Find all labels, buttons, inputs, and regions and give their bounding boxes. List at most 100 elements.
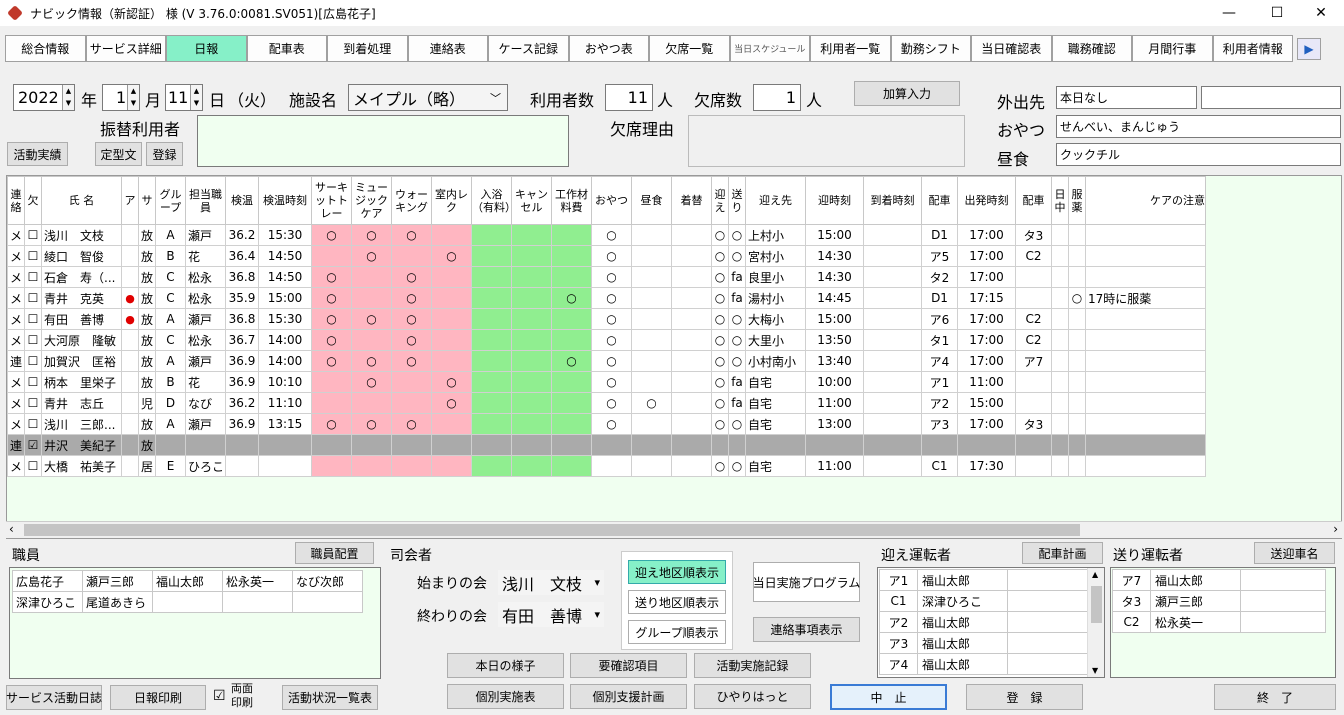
grid-cell[interactable]: [863, 245, 922, 267]
grid-cell[interactable]: 15:30: [258, 224, 312, 246]
grid-cell[interactable]: [511, 266, 552, 288]
activity-results-button[interactable]: 活動実績: [7, 142, 68, 166]
grid-cell[interactable]: [431, 308, 472, 330]
tab-8[interactable]: 欠席一覧: [649, 35, 730, 62]
activity-status-list-button[interactable]: 活動状況一覧表: [282, 685, 378, 710]
grid-cell[interactable]: 36.8: [225, 308, 259, 330]
grid-cell[interactable]: 花: [185, 371, 226, 393]
grid-cell[interactable]: [1068, 350, 1086, 372]
grid-cell[interactable]: 14:50: [258, 245, 312, 267]
grid-cell[interactable]: 17:00: [957, 329, 1016, 351]
table-row[interactable]: メ ☐ 柄本 里栄子放 B 花 36.9 10:10 ○ ○ ○ ○ fa 自宅 10:00 ア1 11:00: [7, 371, 1206, 393]
grid-cell[interactable]: [121, 224, 139, 246]
grid-cell[interactable]: [351, 329, 392, 351]
grid-cell[interactable]: [921, 434, 958, 456]
activity-record-button[interactable]: 活動実施記録: [694, 653, 811, 678]
grid-cell[interactable]: 36.8: [225, 266, 259, 288]
grid-cell[interactable]: ☐: [24, 329, 42, 351]
end-meeting-select[interactable]: 有田 善博 ▾: [498, 602, 604, 627]
staff-box[interactable]: 広島花子 瀬戸三郎 福山太郎 松永英一 なび次郎 深津ひろこ 尾道あきら: [9, 567, 381, 679]
cancel-button[interactable]: 中 止: [830, 684, 947, 710]
grid-cell[interactable]: [511, 434, 552, 456]
grid-cell[interactable]: [863, 224, 922, 246]
grid-cell[interactable]: [551, 371, 592, 393]
staff-cell[interactable]: 松永英一: [222, 570, 293, 592]
list-item[interactable]: C2 松永英一: [1112, 611, 1326, 633]
grid-cell[interactable]: [1085, 413, 1206, 435]
grid-cell[interactable]: 大河原 隆敏: [41, 329, 122, 351]
grid-cell[interactable]: [1085, 455, 1206, 477]
grid-cell[interactable]: 15:00: [258, 287, 312, 309]
grid-cell[interactable]: ○: [711, 287, 729, 309]
grid-cell[interactable]: 17:00: [957, 413, 1016, 435]
day-stepper[interactable]: 11 ▲ ▼: [165, 84, 203, 111]
grid-cell[interactable]: 11:00: [957, 371, 1016, 393]
scroll-right-icon[interactable]: ›: [1333, 522, 1338, 536]
lunch-field[interactable]: クックチル: [1056, 143, 1341, 166]
grid-cell[interactable]: [671, 392, 712, 414]
grid-header[interactable]: ケアの注意: [1085, 176, 1206, 225]
grid-cell[interactable]: [121, 266, 139, 288]
grid-cell[interactable]: [1051, 455, 1069, 477]
grid-cell[interactable]: [121, 455, 139, 477]
grid-cell[interactable]: [471, 413, 512, 435]
grid-cell[interactable]: [121, 245, 139, 267]
grid-cell[interactable]: 15:00: [957, 392, 1016, 414]
grid-cell[interactable]: 14:00: [258, 350, 312, 372]
grid-cell[interactable]: [311, 455, 352, 477]
grid-cell[interactable]: 綾口 智俊: [41, 245, 122, 267]
grid-cell[interactable]: ☐: [24, 455, 42, 477]
grid-cell[interactable]: [671, 350, 712, 372]
staff-cell[interactable]: 尾道あきら: [82, 591, 153, 613]
grid-cell[interactable]: 放: [138, 413, 156, 435]
grid-header[interactable]: 服薬: [1068, 176, 1086, 225]
grid-cell[interactable]: [511, 308, 552, 330]
grid-cell[interactable]: ○: [391, 308, 432, 330]
grid-cell[interactable]: 浅川 文枝: [41, 224, 122, 246]
minimize-icon[interactable]: —: [1206, 0, 1252, 26]
grid-cell[interactable]: A: [155, 308, 186, 330]
grid-cell[interactable]: B: [155, 245, 186, 267]
today-status-button[interactable]: 本日の様子: [447, 653, 564, 678]
grid-cell[interactable]: [1068, 413, 1086, 435]
tab-14[interactable]: 月間行事: [1132, 35, 1213, 62]
grid-cell[interactable]: ○: [591, 371, 632, 393]
grid-cell[interactable]: ア2: [921, 392, 958, 414]
grid-cell[interactable]: ○: [591, 392, 632, 414]
tab-10[interactable]: 利用者一覧: [810, 35, 891, 62]
grid-cell[interactable]: [431, 413, 472, 435]
grid-cell[interactable]: [1068, 455, 1086, 477]
pickup-vertical-scrollbar[interactable]: ▲ ▼: [1087, 568, 1104, 677]
grid-cell[interactable]: [471, 224, 512, 246]
grid-cell[interactable]: [1051, 329, 1069, 351]
grid-cell[interactable]: [591, 455, 632, 477]
day-spin[interactable]: ▲ ▼: [190, 85, 202, 110]
grid-cell[interactable]: 児: [138, 392, 156, 414]
grid-cell[interactable]: [471, 434, 512, 456]
grid-cell[interactable]: 10:00: [805, 371, 864, 393]
grid-cell[interactable]: 放: [138, 371, 156, 393]
grid-cell[interactable]: [431, 287, 472, 309]
scroll-thumb[interactable]: [24, 524, 1080, 536]
grid-cell[interactable]: 自宅: [745, 455, 806, 477]
kasan-input-button[interactable]: 加算入力: [854, 81, 960, 106]
grid-cell[interactable]: ○: [728, 455, 746, 477]
grid-cell[interactable]: メ: [7, 266, 25, 288]
grid-cell[interactable]: 14:00: [258, 329, 312, 351]
grid-cell[interactable]: ○: [711, 224, 729, 246]
grid-cell[interactable]: [671, 371, 712, 393]
grid-header[interactable]: 担当職員: [185, 176, 226, 225]
grid-cell[interactable]: ○: [391, 287, 432, 309]
grid-cell[interactable]: [863, 350, 922, 372]
table-row[interactable]: メ ☐ 有田 善博 ● 放 A 瀬戸 36.8 15:30 ○ ○ ○ ○ ○ ○ 大梅小 15:00 ア6 17:…: [7, 308, 1206, 330]
table-row[interactable]: 連 ☐ 加賀沢 匡裕放 A 瀬戸 36.9 14:00 ○ ○ ○ ○ ○ ○ ○ 小村南小 13:40 ア4 1…: [7, 350, 1206, 372]
tab-7[interactable]: おやつ表: [568, 35, 649, 62]
grid-cell[interactable]: [631, 266, 672, 288]
grid-cell[interactable]: ○: [711, 371, 729, 393]
grid-cell[interactable]: [391, 434, 432, 456]
grid-cell[interactable]: [121, 392, 139, 414]
grid-header[interactable]: 到着時刻: [863, 176, 922, 225]
grid-cell[interactable]: [671, 329, 712, 351]
grid-cell[interactable]: C1: [921, 455, 958, 477]
staff-cell[interactable]: 福山太郎: [152, 570, 223, 592]
